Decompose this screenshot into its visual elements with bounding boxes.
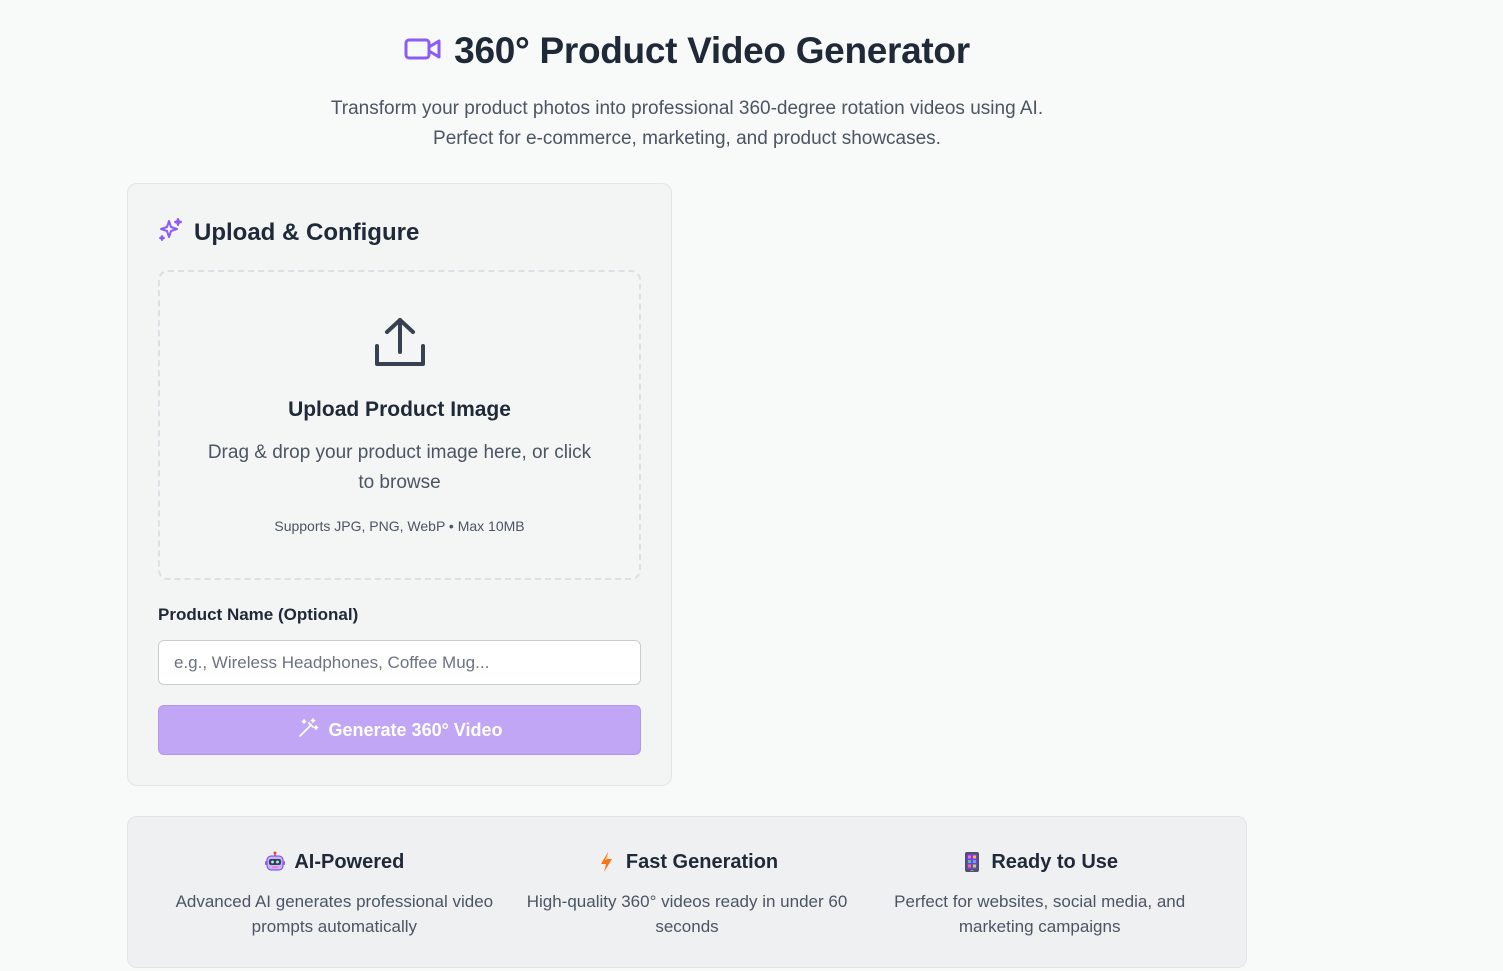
card-header: Upload & Configure bbox=[158, 217, 419, 248]
feature-ready-to-use: Ready to Use Perfect for websites, socia… bbox=[863, 817, 1216, 967]
sparkles-icon bbox=[158, 217, 184, 248]
feature-title: Ready to Use bbox=[991, 850, 1119, 873]
feature-ai-powered: AI-Powered Advanced AI generates profess… bbox=[158, 817, 511, 967]
magic-wand-icon bbox=[297, 717, 319, 744]
product-name-label: Product Name (Optional) bbox=[158, 605, 359, 624]
robot-icon bbox=[264, 851, 286, 873]
features-panel: AI-Powered Advanced AI generates profess… bbox=[127, 816, 1247, 968]
mobile-phone-icon bbox=[961, 851, 983, 873]
generate-button-label: Generate 360° Video bbox=[328, 719, 503, 740]
feature-head: AI-Powered bbox=[158, 849, 511, 875]
feature-description: Perfect for websites, social media, and … bbox=[894, 892, 1186, 936]
card-title: Upload & Configure bbox=[194, 218, 420, 246]
subtitle-line-2: Perfect for e-commerce, marketing, and p… bbox=[433, 128, 941, 149]
lightning-icon bbox=[596, 851, 618, 873]
feature-fast-generation: Fast Generation High-quality 360° videos… bbox=[511, 817, 864, 967]
feature-title: AI-Powered bbox=[294, 850, 405, 873]
product-name-input[interactable] bbox=[158, 640, 641, 685]
page-header: 360° Product Video Generator Transform y… bbox=[0, 28, 1374, 154]
feature-description: Advanced AI generates professional video… bbox=[175, 892, 494, 936]
title-row: 360° Product Video Generator bbox=[0, 28, 1374, 74]
upload-configure-card: Upload & Configure Upload Product Image … bbox=[127, 183, 672, 786]
page-subtitle: Transform your product photos into profe… bbox=[0, 94, 1374, 154]
feature-title: Fast Generation bbox=[625, 850, 779, 873]
video-camera-icon bbox=[404, 36, 442, 67]
generate-video-button[interactable]: Generate 360° Video bbox=[158, 705, 641, 755]
upload-icon bbox=[371, 316, 429, 372]
feature-description: High-quality 360° videos ready in under … bbox=[526, 892, 848, 936]
dropzone-support-text: Supports JPG, PNG, WebP • Max 10MB bbox=[274, 518, 525, 534]
feature-head: Ready to Use bbox=[863, 849, 1216, 875]
subtitle-line-1: Transform your product photos into profe… bbox=[330, 98, 1044, 119]
feature-head: Fast Generation bbox=[511, 849, 864, 875]
dropzone-description: Drag & drop your product image here, or … bbox=[207, 442, 592, 493]
image-dropzone[interactable]: Upload Product Image Drag & drop your pr… bbox=[158, 270, 641, 580]
page-title: 360° Product Video Generator bbox=[454, 30, 970, 71]
dropzone-title: Upload Product Image bbox=[288, 398, 511, 421]
